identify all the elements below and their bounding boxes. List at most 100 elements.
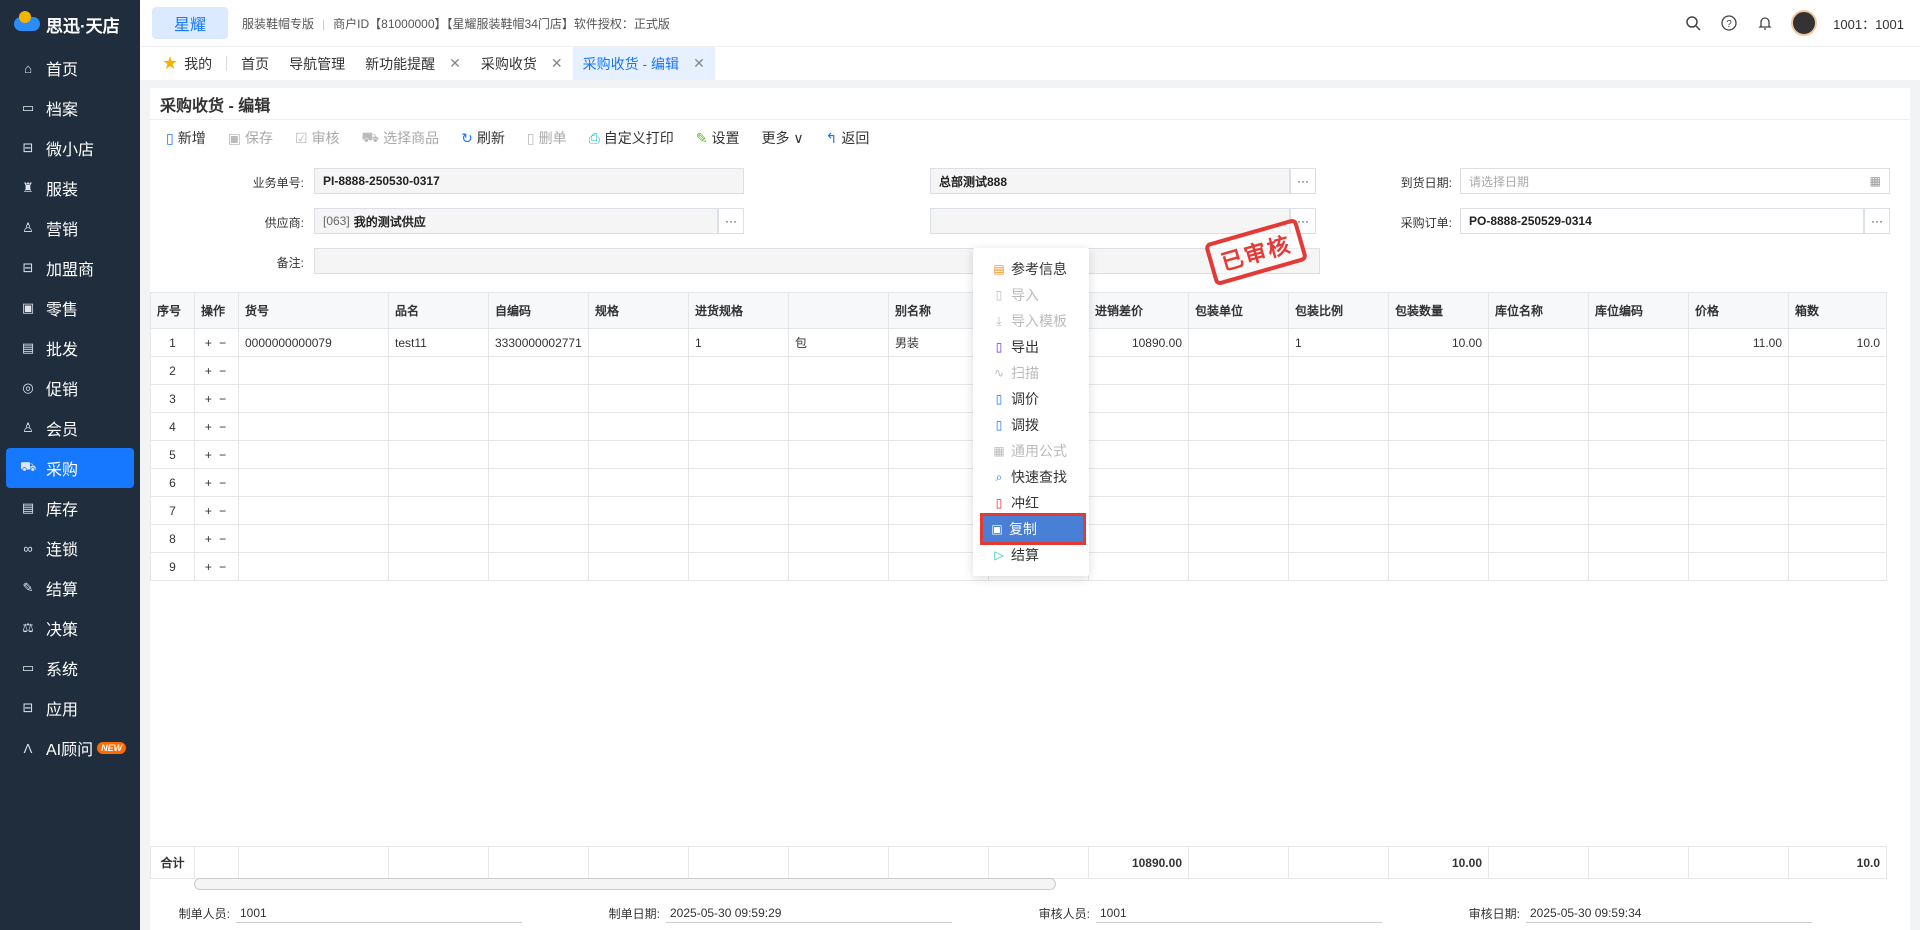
- menu-item-5[interactable]: ▯ 调价: [973, 386, 1089, 412]
- home-icon: ⌂: [24, 60, 32, 76]
- sidebar-item-5[interactable]: ⊟ 加盟商: [0, 248, 140, 288]
- column-header[interactable]: 货号: [238, 292, 389, 329]
- avatar[interactable]: [1791, 10, 1818, 36]
- horizontal-scrollbar[interactable]: [194, 878, 1056, 890]
- menu-item-3[interactable]: ▯ 导出: [973, 334, 1089, 360]
- column-header[interactable]: [788, 292, 889, 329]
- close-icon[interactable]: ✕: [551, 55, 563, 72]
- store-field[interactable]: 总部测试888: [930, 168, 1290, 194]
- arrival-date-field[interactable]: 请选择日期 ▦: [1460, 168, 1890, 194]
- row-actions[interactable]: + −: [194, 524, 239, 553]
- remark-field[interactable]: [314, 248, 1320, 274]
- row-actions[interactable]: + −: [194, 440, 239, 469]
- sidebar-item-11[interactable]: ▤ 库存: [0, 488, 140, 528]
- row-actions[interactable]: + −: [194, 412, 239, 441]
- sidebar-item-3[interactable]: ♜ 服装: [0, 168, 140, 208]
- bell-icon[interactable]: [1755, 13, 1775, 33]
- shop-icon: ⊟: [22, 140, 34, 155]
- tab-0[interactable]: 首页: [231, 47, 279, 80]
- supplier-picker-button[interactable]: ···: [718, 208, 744, 234]
- help-icon[interactable]: ?: [1719, 13, 1739, 33]
- table-cell: 10.0: [1788, 328, 1887, 357]
- toolbar-button-9[interactable]: ↰ 返回: [826, 128, 870, 148]
- toolbar-button-8[interactable]: 更多 ∨: [762, 128, 804, 148]
- toolbar-button-0[interactable]: ▯ 新增: [166, 128, 206, 148]
- table-cell: [388, 384, 489, 413]
- tab-1[interactable]: 导航管理: [279, 47, 355, 80]
- row-actions[interactable]: + −: [194, 328, 239, 357]
- row-actions[interactable]: + −: [194, 384, 239, 413]
- sidebar-item-9[interactable]: ♙ 会员: [0, 408, 140, 448]
- row-actions[interactable]: + −: [194, 468, 239, 497]
- column-header[interactable]: 进销差价: [1088, 292, 1189, 329]
- row-actions[interactable]: + −: [194, 552, 239, 581]
- menu-item-11[interactable]: ▷ 结算: [973, 542, 1089, 568]
- sidebar-item-7[interactable]: ▤ 批发: [0, 328, 140, 368]
- menu-item-9[interactable]: ▯ 冲红: [973, 490, 1089, 516]
- toolbar-button-3[interactable]: ⛟ 选择商品: [362, 128, 440, 148]
- po-field[interactable]: PO-8888-250529-0314: [1460, 208, 1864, 234]
- column-header[interactable]: 自编码: [488, 292, 589, 329]
- tab-2[interactable]: 新功能提醒 ✕: [355, 47, 471, 80]
- store-picker-button[interactable]: ···: [1290, 168, 1316, 194]
- menu-item-10[interactable]: ▣ 复制: [980, 513, 1086, 545]
- close-icon[interactable]: ✕: [449, 55, 461, 72]
- menu-item-2[interactable]: ⤓ 导入模板: [973, 308, 1089, 334]
- menu-item-7[interactable]: ▦ 通用公式: [973, 438, 1089, 464]
- table-cell: [488, 524, 589, 553]
- sidebar-item-17[interactable]: Λ AI顾问 NEW: [0, 728, 140, 768]
- tab-favorites[interactable]: ★ 我的: [152, 47, 222, 80]
- column-header[interactable]: 进货规格: [688, 292, 789, 329]
- sidebar-item-10[interactable]: ⛟ 采购: [6, 448, 134, 488]
- column-header[interactable]: 库位名称: [1488, 292, 1589, 329]
- sidebar-item-1[interactable]: ▭ 档案: [0, 88, 140, 128]
- column-header[interactable]: 品名: [388, 292, 489, 329]
- row-actions[interactable]: + −: [194, 496, 239, 525]
- sidebar-item-13[interactable]: ✎ 结算: [0, 568, 140, 608]
- sidebar-item-6[interactable]: ▣ 零售: [0, 288, 140, 328]
- column-header[interactable]: 操作: [194, 292, 239, 329]
- biz-no-field[interactable]: PI-8888-250530-0317: [314, 168, 744, 194]
- menu-item-8[interactable]: ⌕ 快速查找: [973, 464, 1089, 490]
- tab-4[interactable]: 采购收货 - 编辑 ✕: [572, 47, 715, 80]
- menu-item-0[interactable]: ▤ 参考信息: [973, 256, 1089, 282]
- user-name[interactable]: 1001：1001: [1833, 14, 1904, 33]
- table-cell: [788, 524, 889, 553]
- search-icon[interactable]: [1683, 13, 1703, 33]
- column-header[interactable]: 包装单位: [1188, 292, 1289, 329]
- sidebar-item-16[interactable]: ⊟ 应用: [0, 688, 140, 728]
- sidebar-item-12[interactable]: ∞ 连锁: [0, 528, 140, 568]
- toolbar-button-4[interactable]: ↻ 刷新: [461, 128, 505, 148]
- sidebar-item-15[interactable]: ▭ 系统: [0, 648, 140, 688]
- warehouse-field[interactable]: [930, 208, 1290, 234]
- sidebar-item-4[interactable]: ♙ 营销: [0, 208, 140, 248]
- column-header[interactable]: 箱数: [1788, 292, 1887, 329]
- sidebar-item-14[interactable]: ⚖ 决策: [0, 608, 140, 648]
- brand-tab[interactable]: 星耀: [152, 7, 228, 39]
- sidebar-nav: ⌂ 首页 ▭ 档案 ⊟ 微小店 ♜ 服装 ♙ 营销 ⊟ 加盟商 ▣ 零售 ▤ 批发 ◎ 促销 ♙ 会员 ⛟ 采购 ▤ 库存 ∞ 连…: [0, 48, 140, 768]
- menu-item-6[interactable]: ▯ 调拨: [973, 412, 1089, 438]
- tab-3[interactable]: 采购收货 ✕: [471, 47, 573, 80]
- po-picker-button[interactable]: ···: [1864, 208, 1890, 234]
- sidebar-item-2[interactable]: ⊟ 微小店: [0, 128, 140, 168]
- column-header[interactable]: 包装比例: [1288, 292, 1389, 329]
- supplier-field[interactable]: [063] 我的测试供应: [314, 208, 718, 234]
- row-actions[interactable]: + −: [194, 356, 239, 385]
- menu-item-1[interactable]: ▯ 导入: [973, 282, 1089, 308]
- summary-cell: [1488, 846, 1589, 879]
- menu-item-4[interactable]: ∿ 扫描: [973, 360, 1089, 386]
- column-header[interactable]: 价格: [1688, 292, 1789, 329]
- column-header[interactable]: 包装数量: [1388, 292, 1489, 329]
- sidebar-item-0[interactable]: ⌂ 首页: [0, 48, 140, 88]
- toolbar-button-6[interactable]: ⎙ 自定义打印: [589, 128, 674, 148]
- sidebar-item-8[interactable]: ◎ 促销: [0, 368, 140, 408]
- app-logo[interactable]: 思迅·天店: [0, 0, 140, 48]
- toolbar-button-7[interactable]: ✎ 设置: [696, 128, 740, 148]
- toolbar-button-1[interactable]: ▣ 保存: [228, 128, 273, 148]
- close-icon[interactable]: ✕: [693, 55, 705, 72]
- column-header[interactable]: 序号: [150, 292, 195, 329]
- toolbar-button-2[interactable]: ☑ 审核: [295, 128, 340, 148]
- column-header[interactable]: 规格: [588, 292, 689, 329]
- column-header[interactable]: 库位编码: [1588, 292, 1689, 329]
- toolbar-button-5[interactable]: ▯ 删单: [527, 128, 567, 148]
